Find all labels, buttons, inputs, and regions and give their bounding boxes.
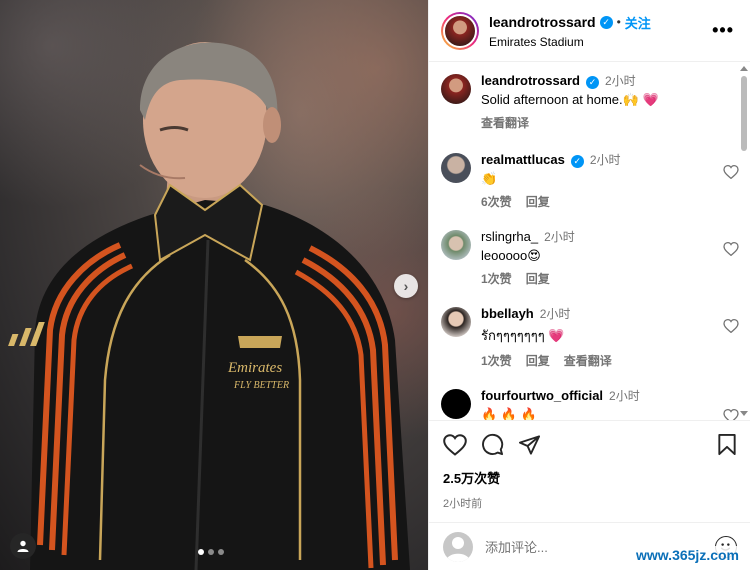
carousel-dot-active: [198, 549, 204, 555]
carousel-next-button[interactable]: ›: [394, 274, 418, 298]
reply-button[interactable]: 回复: [526, 193, 550, 210]
comment-text: รักๆๆๆๆๆๆๆ 💗: [481, 328, 565, 343]
location-link[interactable]: Emirates Stadium: [489, 35, 708, 49]
commenter-avatar[interactable]: [441, 389, 471, 419]
author-username[interactable]: leandrotrossard: [489, 14, 596, 30]
scroll-thumb[interactable]: [741, 76, 747, 151]
commenter-avatar[interactable]: [441, 230, 471, 260]
caption-avatar[interactable]: [441, 74, 471, 104]
post-actions-bar: 2.5万次赞 2小时前: [429, 420, 750, 511]
comments-list[interactable]: leandrotrossard ✓ 2小时 Solid afternoon at…: [429, 62, 739, 420]
verified-icon: ✓: [599, 15, 613, 29]
comment-item: realmattlucas ✓ 2小时 👏 6次赞 回复: [429, 151, 739, 210]
comment-item: rslingrha_ 2小时 leooooo😍 1次赞 回复: [429, 228, 739, 287]
author-avatar[interactable]: [441, 11, 479, 50]
follow-button[interactable]: 关注: [625, 13, 651, 32]
carousel-indicator: [198, 549, 224, 555]
verified-icon: ✓: [585, 76, 599, 89]
comment-likes[interactable]: 1次赞: [481, 352, 512, 369]
post-side-panel: leandrotrossard ✓ • 关注 Emirates Stadium …: [428, 0, 750, 570]
comment-item: fourfourtwo_official 2小时 🔥 🔥 🔥: [429, 387, 739, 420]
comment-time: 2小时: [539, 307, 571, 321]
caption-username[interactable]: leandrotrossard: [481, 73, 580, 88]
like-comment-icon[interactable]: [723, 409, 739, 420]
save-icon[interactable]: [717, 433, 737, 456]
share-icon[interactable]: [518, 434, 541, 456]
like-comment-icon[interactable]: [723, 165, 739, 179]
separator: •: [616, 15, 621, 29]
post-header: leandrotrossard ✓ • 关注 Emirates Stadium …: [429, 0, 750, 62]
comment-likes[interactable]: 6次赞: [481, 193, 512, 210]
comment-time: 2小时: [609, 389, 640, 403]
likes-count[interactable]: 2.5万次赞: [443, 468, 737, 487]
carousel-dot: [208, 549, 214, 555]
tag-user-icon: [17, 540, 29, 552]
comment-icon[interactable]: [481, 433, 504, 456]
translate-link[interactable]: 查看翻译: [564, 352, 612, 369]
commenter-username[interactable]: realmattlucas: [481, 152, 565, 167]
like-icon[interactable]: [443, 433, 467, 456]
tag-user-button[interactable]: [10, 533, 36, 559]
commenter-username[interactable]: fourfourtwo_official: [481, 388, 603, 403]
post-media[interactable]: Emirates FLY BETTER ›: [0, 0, 428, 570]
commenter-avatar[interactable]: [441, 153, 471, 183]
translate-link[interactable]: 查看翻译: [481, 114, 529, 131]
comment-likes[interactable]: 1次赞: [481, 270, 512, 287]
comment-text: 👏: [481, 171, 498, 186]
comments-scrollbar[interactable]: [740, 66, 748, 416]
more-options-icon[interactable]: •••: [708, 20, 738, 41]
comment-text: leooooo😍: [481, 248, 541, 263]
like-comment-icon[interactable]: [723, 242, 739, 256]
reply-button[interactable]: 回复: [526, 352, 550, 369]
caption: leandrotrossard ✓ 2小时 Solid afternoon at…: [429, 72, 739, 131]
commenter-avatar[interactable]: [441, 307, 471, 337]
scroll-up-icon[interactable]: [740, 66, 748, 71]
verified-icon: ✓: [570, 155, 584, 168]
like-comment-icon[interactable]: [723, 319, 739, 333]
comment-item: bbellayh 2小时 รักๆๆๆๆๆๆๆ 💗 1次赞 回复 查看翻译: [429, 305, 739, 369]
comment-text: 🔥 🔥 🔥: [481, 407, 537, 420]
site-watermark: www.365jz.com: [633, 546, 742, 564]
comment-time: 2小时: [589, 153, 621, 167]
chevron-right-icon: ›: [403, 278, 409, 294]
post-photo: Emirates FLY BETTER: [8, 42, 410, 570]
comment-time: 2小时: [544, 230, 575, 244]
reply-button[interactable]: 回复: [526, 270, 550, 287]
svg-text:Emirates: Emirates: [227, 360, 282, 376]
commenter-username[interactable]: rslingrha_: [481, 229, 538, 244]
caption-time: 2小时: [604, 74, 636, 88]
caption-text: Solid afternoon at home.🙌 💗: [481, 92, 659, 107]
carousel-dot: [218, 549, 224, 555]
scroll-down-icon[interactable]: [740, 411, 748, 416]
current-user-avatar: [443, 531, 473, 562]
post-timestamp: 2小时前: [443, 498, 483, 510]
svg-text:FLY BETTER: FLY BETTER: [233, 380, 289, 391]
commenter-username[interactable]: bbellayh: [481, 306, 534, 321]
